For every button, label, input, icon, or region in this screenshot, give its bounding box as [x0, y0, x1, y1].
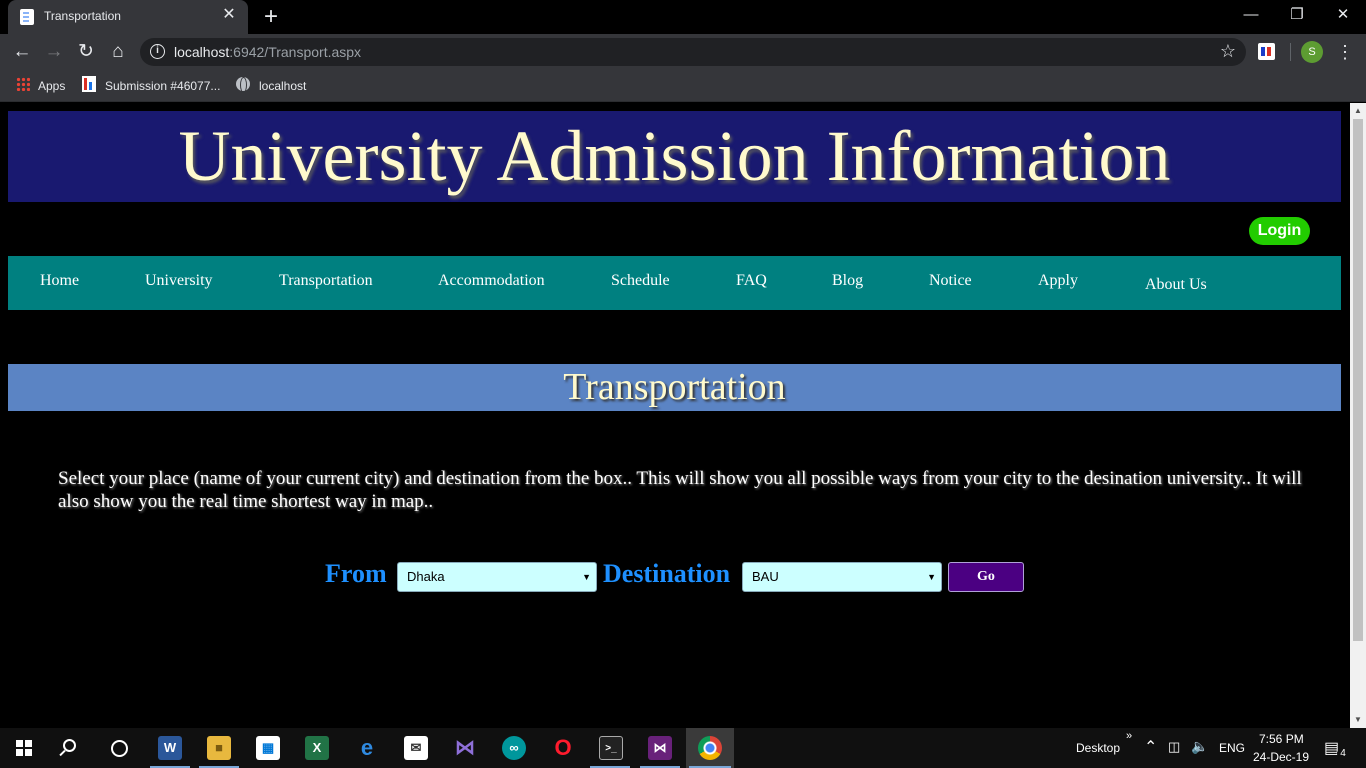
nav-item-home[interactable]: Home — [40, 272, 79, 290]
browser-toolbar: ← → ↻ ⌂ i localhost:6942/Transport.aspx … — [0, 34, 1366, 70]
word-icon[interactable]: W — [158, 736, 182, 760]
section-header: Transportation — [8, 364, 1341, 411]
nav-item-blog[interactable]: Blog — [832, 272, 863, 290]
nav-item-accommodation[interactable]: Accommodation — [438, 272, 545, 290]
mail-icon[interactable]: ✉ — [404, 736, 428, 760]
edge-icon[interactable]: e — [355, 736, 379, 760]
clock-time[interactable]: 7:56 PM — [1259, 732, 1304, 746]
network-icon[interactable]: ◫ — [1168, 739, 1180, 755]
section-title: Transportation — [563, 366, 786, 408]
main-navigation: Home University Transportation Accommoda… — [8, 256, 1341, 310]
scroll-thumb[interactable] — [1353, 119, 1363, 641]
bookmark-star-icon[interactable]: ☆ — [1220, 41, 1236, 62]
nav-item-transportation[interactable]: Transportation — [279, 272, 373, 290]
dropdown-arrow-icon: ▼ — [582, 572, 591, 582]
page-favicon-icon — [20, 9, 34, 25]
nav-item-faq[interactable]: FAQ — [736, 272, 767, 290]
scroll-down-icon[interactable]: ▼ — [1350, 712, 1366, 728]
destination-label: Destination — [603, 559, 731, 588]
from-selected-value: Dhaka — [407, 569, 445, 584]
bookmark-submission[interactable]: Submission #46077... — [105, 77, 220, 95]
address-url[interactable]: localhost:6942/Transport.aspx — [174, 44, 361, 60]
nav-item-notice[interactable]: Notice — [929, 272, 972, 290]
file-explorer-icon[interactable]: ■ — [207, 736, 231, 760]
dropdown-arrow-icon: ▼ — [927, 572, 936, 582]
opera-icon[interactable]: O — [551, 736, 575, 760]
browser-menu-icon[interactable]: ⋮ — [1336, 40, 1354, 64]
cortana-icon[interactable] — [111, 740, 128, 757]
store-icon[interactable]: ▦ — [256, 736, 280, 760]
windows-start-icon[interactable] — [16, 740, 32, 756]
excel-icon[interactable]: X — [305, 736, 329, 760]
volume-icon[interactable]: 🔈 — [1191, 738, 1208, 755]
from-label: From — [325, 559, 387, 588]
address-bar[interactable]: i localhost:6942/Transport.aspx ☆ — [140, 38, 1246, 66]
site-header-banner: University Admission Information — [8, 111, 1341, 202]
page-scrollbar[interactable]: ▲ ▼ — [1350, 103, 1366, 728]
tray-expand-icon[interactable]: ⌃ — [1144, 737, 1157, 757]
back-arrow-icon[interactable]: ← — [10, 40, 34, 64]
restore-icon[interactable]: ❐ — [1274, 0, 1320, 30]
forward-arrow-icon[interactable]: → — [42, 40, 66, 64]
site-info-icon[interactable]: i — [150, 44, 165, 59]
new-tab-button[interactable]: + — [258, 4, 284, 30]
scroll-up-icon[interactable]: ▲ — [1350, 103, 1366, 119]
terminal-icon[interactable]: >_ — [599, 736, 623, 760]
tab-close-icon[interactable]: ✕ — [220, 6, 238, 24]
window-close-icon[interactable]: ✕ — [1320, 0, 1366, 30]
go-button[interactable]: Go — [948, 562, 1024, 592]
nav-item-schedule[interactable]: Schedule — [611, 272, 670, 290]
bookmark-apps[interactable]: Apps — [38, 77, 65, 95]
search-icon[interactable] — [63, 739, 76, 752]
windows-taskbar: W ■ ▦ X e ✉ ⋈ ∞ O >_ ⋈ Desktop » ⌃ ◫ 🔈 E… — [0, 728, 1366, 768]
visual-studio-purple-icon[interactable]: ⋈ — [453, 736, 477, 760]
page-viewport: University Admission Information Login H… — [0, 103, 1350, 728]
minimize-icon[interactable]: — — [1228, 0, 1274, 30]
tab-title: Transportation — [44, 9, 121, 23]
home-icon[interactable]: ⌂ — [106, 40, 130, 64]
browser-tab[interactable]: Transportation ✕ — [8, 0, 248, 34]
desktop-toolbar-label[interactable]: Desktop — [1076, 741, 1120, 755]
submission-favicon-icon — [82, 76, 96, 92]
destination-selected-value: BAU — [752, 569, 779, 584]
browser-tab-strip: Transportation ✕ + — ❐ ✕ — [0, 0, 1366, 34]
chrome-icon[interactable] — [698, 736, 722, 760]
site-title: University Admission Information — [178, 116, 1171, 196]
apps-grid-icon — [16, 77, 30, 91]
notification-count-badge: 4 — [1337, 748, 1349, 759]
toolbar-divider — [1290, 43, 1291, 61]
reload-icon[interactable]: ↻ — [74, 40, 98, 64]
clock-date[interactable]: 24-Dec-19 — [1253, 750, 1309, 764]
visual-studio-icon[interactable]: ⋈ — [648, 736, 672, 760]
bookmark-localhost[interactable]: localhost — [259, 77, 306, 95]
language-indicator[interactable]: ENG — [1219, 741, 1245, 755]
instructions-text: Select your place (name of your current … — [58, 468, 1302, 512]
nav-item-about-us[interactable]: About Us — [1145, 276, 1207, 294]
destination-select[interactable]: BAU ▼ — [742, 562, 942, 592]
nav-item-apply[interactable]: Apply — [1038, 272, 1078, 290]
toolbar-chevron[interactable]: » — [1126, 730, 1132, 742]
extension-icon[interactable] — [1258, 43, 1275, 60]
profile-avatar[interactable]: S — [1301, 41, 1323, 63]
from-city-select[interactable]: Dhaka ▼ — [397, 562, 597, 592]
login-button[interactable]: Login — [1249, 217, 1310, 245]
nav-item-university[interactable]: University — [145, 272, 213, 290]
arduino-icon[interactable]: ∞ — [502, 736, 526, 760]
globe-icon — [236, 77, 250, 93]
